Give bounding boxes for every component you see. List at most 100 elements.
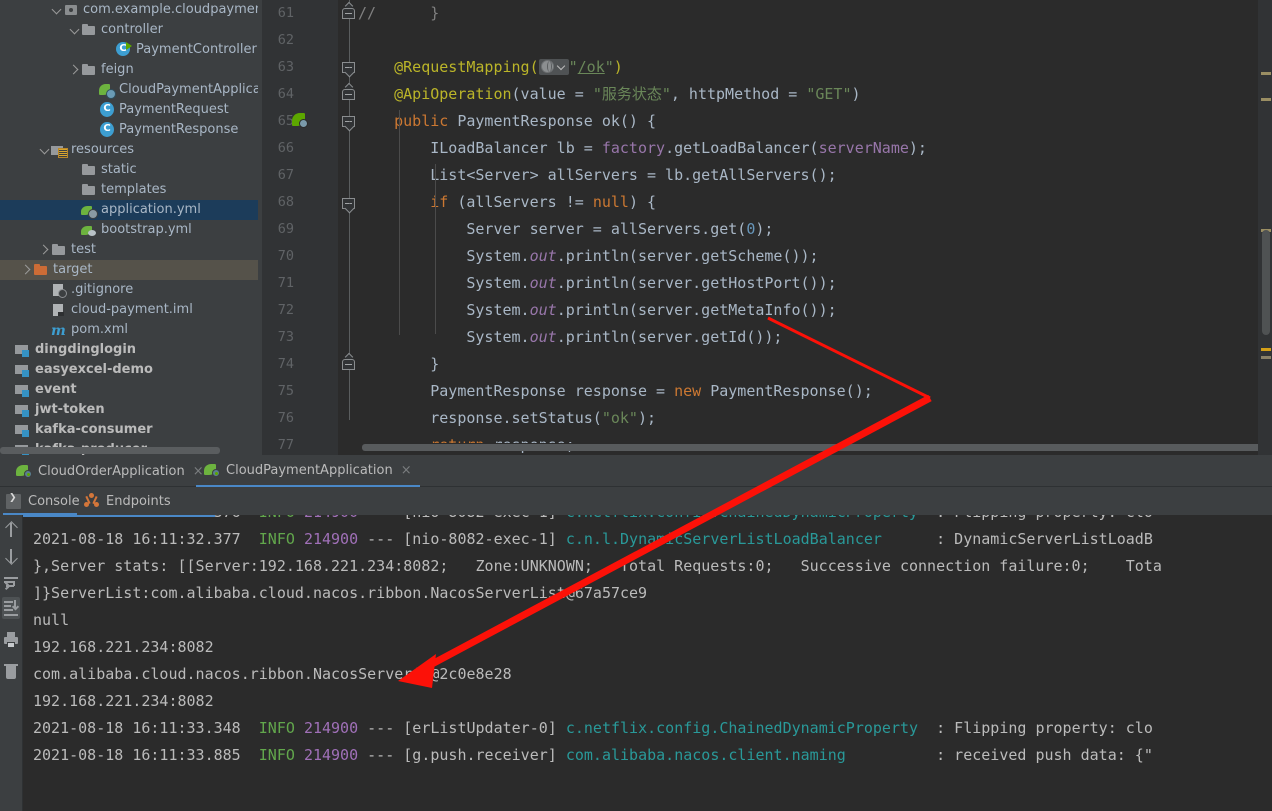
scrollbar-marker-warning	[1261, 348, 1271, 351]
code-line[interactable]: Server server = allServers.get(0);	[358, 216, 1272, 243]
tree-item-label: com.example.cloudpayment	[83, 2, 258, 17]
code-token: System.	[358, 328, 530, 346]
code-line[interactable]	[358, 27, 1272, 54]
run-subtabs[interactable]: Console Endpoints	[0, 487, 1272, 515]
tree-item-templates[interactable]: templates	[0, 180, 258, 200]
code-line[interactable]: PaymentResponse response = new PaymentRe…	[358, 378, 1272, 405]
tree-twisty-empty	[70, 160, 81, 180]
code-token: "	[604, 58, 614, 76]
tree-twisty-expanded-icon[interactable]	[52, 0, 63, 20]
tree-twisty-expanded-icon[interactable]	[40, 140, 51, 160]
tree-item-application-yml[interactable]: application.yml	[0, 200, 258, 220]
tree-item-bootstrap-yml[interactable]: bootstrap.yml	[0, 220, 258, 240]
code-editor[interactable]: 61 62 63 64 65 66 67 68 69 70 71 72 73 74 75 76 77 // } …	[262, 0, 1272, 455]
tree-item-paymentrequest[interactable]: PaymentRequest	[0, 100, 258, 120]
code-fold-down-icon[interactable]	[342, 60, 357, 75]
console-log-token	[241, 530, 259, 548]
code-fold-up-icon[interactable]	[342, 6, 357, 21]
tree-item-feign[interactable]: feign	[0, 60, 258, 80]
tree-twisty-collapsed-icon[interactable]	[22, 260, 33, 280]
request-mapping-globe-icon[interactable]	[538, 59, 569, 75]
tree-item-paymentcontroller[interactable]: PaymentController	[0, 40, 258, 60]
tree-item-label: PaymentResponse	[119, 122, 239, 137]
console-log-line: 192.168.221.234:8082	[33, 634, 214, 661]
editor-vscrollbar-thumb[interactable]	[1262, 230, 1270, 335]
console-log-line: com.alibaba.cloud.nacos.ribbon.NacosServ…	[33, 661, 512, 688]
code-line[interactable]: System.out.println(server.getHostPort())…	[358, 270, 1272, 297]
code-fold-down-icon[interactable]	[342, 114, 357, 129]
tree-twisty-expanded-icon[interactable]	[70, 20, 81, 40]
code-line[interactable]: if (allServers != null) {	[358, 189, 1272, 216]
spring-boot-run-icon	[16, 463, 32, 479]
code-line[interactable]: List<Server> allServers = lb.getAllServe…	[358, 162, 1272, 189]
subtab-endpoints[interactable]: Endpoints	[84, 487, 171, 515]
code-line[interactable]: response.setStatus("ok");	[358, 405, 1272, 432]
up-arrow-icon[interactable]	[2, 519, 20, 541]
print-icon[interactable]	[2, 629, 20, 651]
soft-wrap-icon[interactable]	[2, 571, 20, 593]
tree-twisty-collapsed-icon[interactable]	[70, 60, 81, 80]
tree-item-target[interactable]: target	[0, 260, 258, 280]
yml-file-icon-2	[81, 222, 97, 238]
code-line[interactable]: @ApiOperation(value = "服务状态", httpMethod…	[358, 81, 1272, 108]
tree-item-label: dingdinglogin	[35, 342, 137, 357]
tree-item-cloudpaymentapplicatio[interactable]: CloudPaymentApplicatio	[0, 80, 258, 100]
code-line[interactable]: System.out.println(server.getMetaInfo())…	[358, 297, 1272, 324]
tree-item-test[interactable]: test	[0, 240, 258, 260]
code-token: out	[529, 301, 557, 319]
scroll-to-end-icon[interactable]	[2, 597, 20, 619]
editor-text-area[interactable]: // } @RequestMapping("/ok") @ApiOperatio…	[358, 0, 1272, 454]
code-token: System.	[358, 247, 530, 265]
run-tab-cloudorderapplication[interactable]: CloudOrderApplication ×	[8, 455, 212, 487]
editor-gutter[interactable]: 61 62 63 64 65 66 67 68 69 70 71 72 73 74 75 76 77	[262, 0, 338, 455]
folder-icon	[81, 162, 97, 178]
code-line[interactable]: public PaymentResponse ok() {	[358, 108, 1272, 135]
tree-twisty-collapsed-icon[interactable]	[40, 240, 51, 260]
tree-item-event[interactable]: event	[0, 380, 258, 400]
trash-icon[interactable]	[2, 661, 20, 683]
spring-boot-run-icon	[204, 462, 220, 478]
console-log-token: com.alibaba.cloud.nacos.ribbon.NacosServ…	[33, 665, 512, 683]
tree-item-easyexcel-demo[interactable]: easyexcel-demo	[0, 360, 258, 380]
code-fold-up-icon[interactable]	[342, 357, 357, 372]
tree-item-gitignore[interactable]: .gitignore	[0, 280, 258, 300]
tree-item-cloud-payment-iml[interactable]: cloud-payment.iml	[0, 300, 258, 320]
console-output[interactable]: 2021-08-18 16:11:32.376 INFO 214900 --- …	[23, 515, 1272, 811]
tree-item-kafka-consumer[interactable]: kafka-consumer	[0, 420, 258, 440]
tree-item-jwt-token[interactable]: jwt-token	[0, 400, 258, 420]
project-tool-window[interactable]: com.example.cloudpayment controller Paymen…	[0, 0, 258, 455]
tree-item-controller[interactable]: controller	[0, 20, 258, 40]
tree-item-dingdinglogin[interactable]: dingdinglogin	[0, 340, 258, 360]
down-arrow-icon[interactable]	[2, 545, 20, 567]
tree-item-com-example-cloudpayment[interactable]: com.example.cloudpayment	[0, 0, 258, 20]
code-line[interactable]: System.out.println(server.getScheme());	[358, 243, 1272, 270]
editor-hscrollbar-thumb[interactable]	[362, 444, 1272, 451]
code-fold-up-icon[interactable]	[342, 87, 357, 102]
code-line[interactable]: ILoadBalancer lb = factory.getLoadBalanc…	[358, 135, 1272, 162]
code-fold-down-icon[interactable]	[342, 196, 357, 211]
code-line[interactable]: System.out.println(server.getId());	[358, 324, 1272, 351]
code-token: () {	[619, 112, 657, 130]
code-line[interactable]: }	[358, 351, 1272, 378]
console-toolbar[interactable]	[0, 515, 22, 811]
subtab-console[interactable]: Console	[3, 487, 80, 515]
close-icon[interactable]: ×	[401, 464, 412, 477]
console-log-token: INFO	[259, 515, 295, 521]
code-line[interactable]: // }	[358, 0, 1272, 27]
code-line[interactable]: @RequestMapping("/ok")	[358, 54, 1272, 81]
project-tree-hscrollbar-thumb[interactable]	[0, 447, 220, 454]
editor-marker-gutter[interactable]	[1258, 0, 1272, 455]
run-configuration-tabs[interactable]: CloudOrderApplication × CloudPaymentApplic…	[0, 455, 1272, 487]
code-token: PaymentResponse	[448, 112, 602, 130]
line-number: 74	[277, 356, 294, 372]
run-tab-cloudpaymentapplication[interactable]: CloudPaymentApplication ×	[196, 455, 420, 487]
tree-item-paymentresponse[interactable]: PaymentResponse	[0, 120, 258, 140]
spring-run-gutter-icon[interactable]	[292, 113, 308, 129]
tree-item-pom-xml[interactable]: pom.xml	[0, 320, 258, 341]
tree-item-resources[interactable]: resources	[0, 140, 258, 160]
tree-item-static[interactable]: static	[0, 160, 258, 180]
console-log-token: 214900	[304, 515, 358, 521]
console-log-token: c.n.l.DynamicServerListLoadBalancer	[565, 530, 882, 548]
console-log-token: 2021-08-18 16:11:33.885	[33, 746, 241, 764]
line-number: 67	[277, 167, 294, 183]
